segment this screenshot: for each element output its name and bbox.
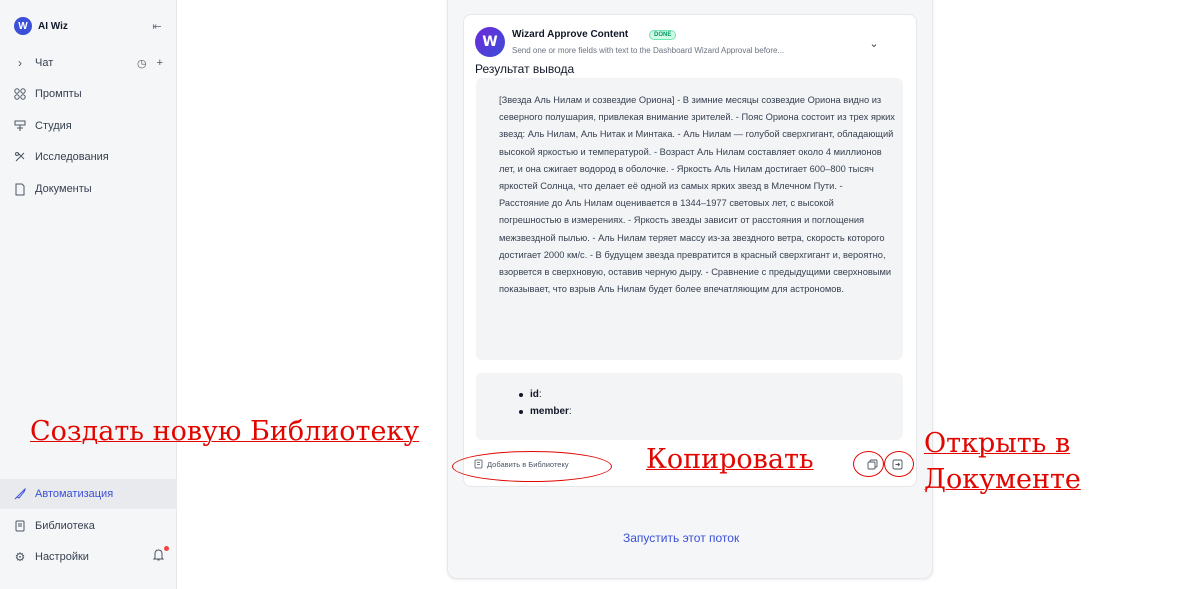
brand-name: AI Wiz — [38, 20, 68, 32]
run-flow-link[interactable]: Запустить этот поток — [623, 531, 739, 545]
sidebar-item-label: Библиотека — [35, 520, 95, 532]
chevron-down-icon[interactable]: ⌄ — [867, 36, 881, 50]
collapse-sidebar-icon[interactable]: ⇤ — [150, 19, 164, 33]
sidebar-item-label: Исследования — [35, 151, 109, 163]
sidebar-item-library[interactable]: Библиотека — [0, 511, 177, 541]
library-icon — [13, 519, 27, 533]
sidebar-item-documents[interactable]: Документы — [0, 174, 177, 204]
fields-list: id: member: — [519, 386, 572, 420]
chat-actions: ◷ + — [137, 57, 163, 70]
annotation-open-line2: Документе — [924, 464, 1081, 495]
annotation-create-library: Создать новую Библиотеку — [30, 416, 420, 447]
document-icon — [13, 182, 27, 196]
field-key: member — [530, 406, 569, 417]
annotation-ellipse-copy — [853, 451, 884, 477]
annotation-open-line1: Открыть в — [924, 428, 1071, 459]
sidebar-item-label: Студия — [35, 120, 72, 132]
brand-logo: W — [14, 17, 32, 35]
plus-icon[interactable]: + — [157, 57, 163, 70]
studio-icon — [13, 119, 27, 133]
settings-icon: ⚙ — [14, 550, 26, 564]
output-text: [Звезда Аль Нилам и созвездие Ориона] - … — [499, 95, 895, 295]
annotation-ellipse-add-library — [452, 451, 612, 482]
sidebar-item-label: Чат — [35, 57, 54, 69]
sidebar-item-prompts[interactable]: Промпты — [0, 79, 177, 109]
research-icon — [13, 150, 27, 164]
history-icon[interactable]: ◷ — [137, 57, 147, 70]
sidebar-item-chat[interactable]: › Чат ◷ + — [0, 48, 177, 78]
rocket-icon — [13, 487, 27, 501]
sidebar-item-label: Промпты — [35, 88, 82, 100]
card-title: Wizard Approve Content — [512, 29, 629, 40]
sidebar-item-automation[interactable]: Автоматизация — [0, 479, 177, 509]
annotation-ellipse-open — [884, 451, 914, 477]
grid-icon — [13, 87, 27, 101]
sidebar-item-label: Автоматизация — [35, 488, 114, 500]
sidebar-item-studio[interactable]: Студия — [0, 111, 177, 141]
brand[interactable]: W AI Wiz — [14, 16, 68, 36]
list-item: member: — [519, 403, 572, 420]
status-badge: DONE — [649, 30, 677, 40]
annotation-copy: Копировать — [646, 444, 814, 475]
sidebar-item-label: Документы — [35, 183, 92, 195]
sidebar: W AI Wiz ⇤ › Чат ◷ + Промпты Студия Иссл… — [0, 0, 177, 589]
sidebar-item-settings[interactable]: ⚙ Настройки — [0, 542, 177, 572]
app-root: W AI Wiz ⇤ › Чат ◷ + Промпты Студия Иссл… — [0, 0, 1200, 589]
sidebar-item-label: Настройки — [35, 551, 89, 563]
card-subtitle: Send one or more fields with text to the… — [512, 46, 785, 55]
sidebar-item-research[interactable]: Исследования — [0, 142, 177, 172]
result-label: Результат вывода — [475, 62, 575, 76]
field-key: id — [530, 389, 539, 400]
notification-dot — [164, 546, 169, 551]
chevron-right-icon: › — [18, 56, 22, 70]
list-item: id: — [519, 386, 572, 403]
wizard-logo-icon: W — [475, 27, 505, 57]
